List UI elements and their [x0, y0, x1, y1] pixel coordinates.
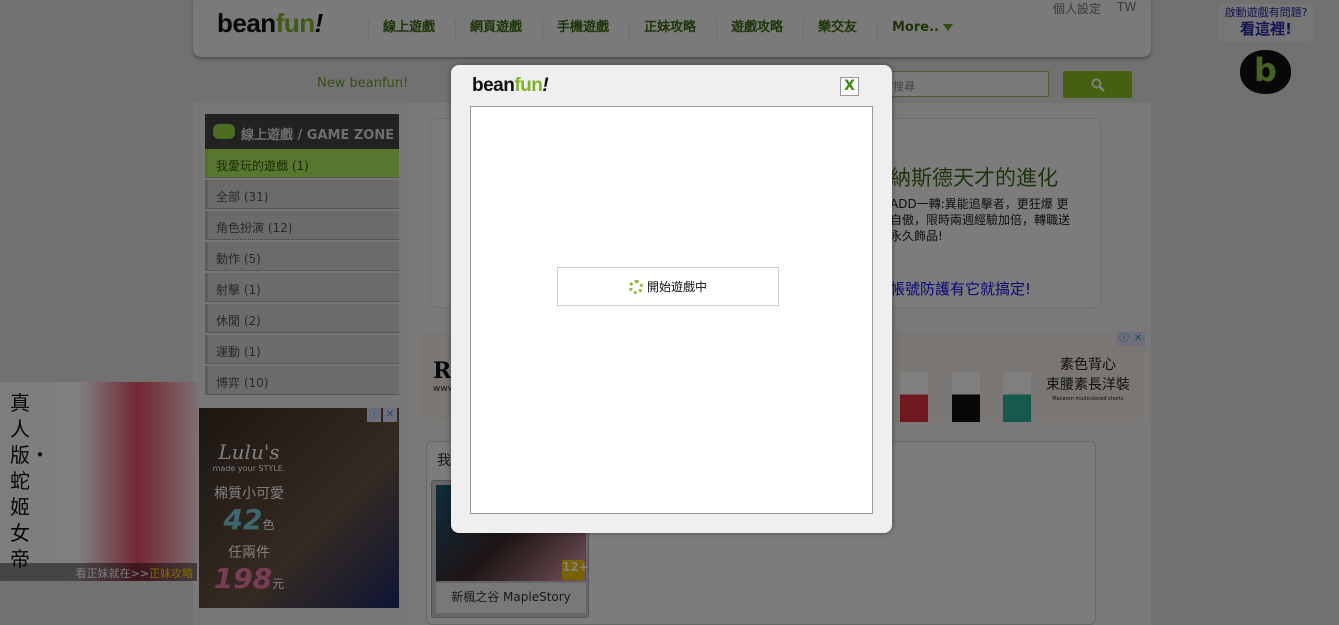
modal-logo: beanfun!: [472, 75, 549, 96]
loading-box: 開始遊戲中: [557, 267, 779, 306]
modal-close-button[interactable]: X: [840, 77, 859, 96]
spinner-icon: [628, 279, 643, 294]
modal-frame: [470, 106, 873, 514]
loading-text: 開始遊戲中: [646, 280, 707, 294]
